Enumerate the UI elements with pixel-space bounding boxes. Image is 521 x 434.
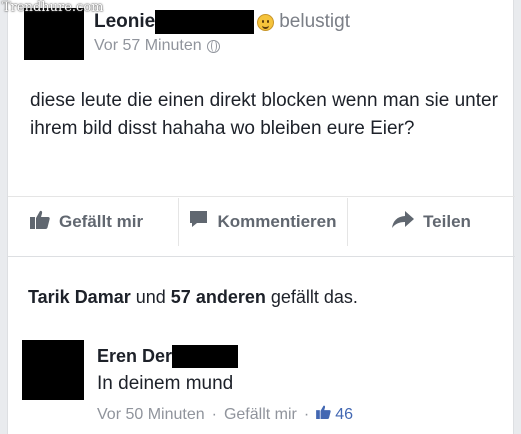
likes-summary-name[interactable]: Tarik Damar [28, 287, 131, 307]
likes-summary: Tarik Damar und 57 anderen gefällt das. [28, 287, 358, 308]
share-arrow-icon [392, 210, 415, 233]
comment-button-label: Kommentieren [217, 211, 337, 231]
comment-author-avatar[interactable] [22, 340, 84, 400]
post-author-avatar[interactable] [24, 8, 84, 60]
share-button[interactable]: Teilen [348, 198, 515, 246]
speech-bubble-icon [189, 210, 208, 233]
comment-like-count[interactable]: 46 [335, 406, 353, 424]
post-header: Leonie belustigt [94, 9, 350, 35]
thumbs-up-icon [316, 405, 331, 424]
post-feeling: belustigt [279, 11, 351, 32]
comment-author-name[interactable]: Eren Der [97, 346, 172, 367]
smiley-emoji-icon [257, 13, 275, 31]
comment-header: Eren Der [97, 345, 239, 368]
post-timestamp[interactable]: Vor 57 Minuten [94, 37, 202, 55]
comment-button[interactable]: Kommentieren [178, 197, 348, 246]
redaction-bar [155, 10, 255, 34]
meta-separator: · [211, 405, 217, 423]
globe-icon[interactable] [206, 39, 220, 53]
like-button-label: Gefällt mir [59, 211, 144, 231]
like-button[interactable]: Gefällt mir [8, 198, 178, 246]
section-divider [8, 256, 515, 257]
comment-meta: Vor 50 Minuten · Gefällt mir · 46 [97, 405, 353, 424]
comment-timestamp[interactable]: Vor 50 Minuten [97, 406, 205, 424]
post-text: diese leute die einen direkt blocken wen… [30, 90, 498, 139]
watermark: Trendhure.com [2, 0, 104, 15]
likes-summary-connector: und [135, 287, 166, 307]
comment-text: In deinem mund [97, 373, 234, 394]
post-meta: Vor 57 Minuten [94, 37, 220, 55]
thumbs-up-icon [30, 210, 50, 234]
likes-summary-others[interactable]: 57 anderen [171, 287, 266, 307]
redaction-bar [172, 345, 239, 368]
meta-separator: · [303, 405, 310, 423]
comment-like-link[interactable]: Gefällt mir [224, 406, 297, 424]
likes-summary-suffix: gefällt das. [270, 287, 358, 307]
post-card: Leonie belustigt Vor 57 Minuten diese le… [7, 0, 515, 434]
share-button-label: Teilen [423, 211, 471, 231]
post-action-bar: Gefällt mir Kommentieren Teilen [8, 196, 515, 246]
